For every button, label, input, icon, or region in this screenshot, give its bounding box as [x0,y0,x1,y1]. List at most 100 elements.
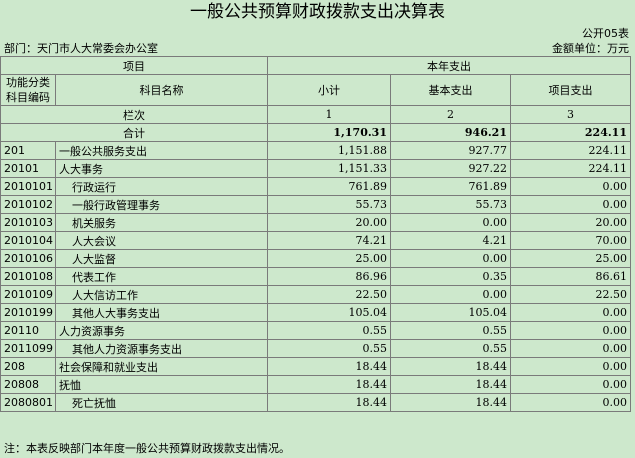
row-subtotal: 86.96 [267,267,391,286]
row-project: 86.61 [510,267,631,286]
row-project: 0.00 [510,303,631,322]
row-code: 20101 [0,159,56,178]
row-basic: 0.55 [390,339,511,358]
row-subtotal: 18.44 [267,393,391,412]
row-project: 224.11 [510,141,631,160]
table-row: 2010199 其他人大事务支出 105.04 105.04 0.00 [0,303,631,322]
row-subtotal: 74.21 [267,231,391,250]
row-name: 抚恤 [55,375,268,394]
row-project: 0.00 [510,393,631,412]
table-row: 2010106 人大监督 25.00 0.00 25.00 [0,249,631,268]
row-code: 2080801 [0,393,56,412]
row-name: 人大信访工作 [55,285,268,304]
row-code: 20110 [0,321,56,340]
row-basic: 18.44 [390,357,511,376]
row-subtotal: 105.04 [267,303,391,322]
row-code: 208 [0,357,56,376]
table-row: 2010108 代表工作 86.96 0.35 86.61 [0,267,631,286]
row-basic: 927.22 [390,159,511,178]
row-subtotal: 0.55 [267,339,391,358]
row-project: 0.00 [510,357,631,376]
row-code: 2011099 [0,339,56,358]
table-row: 2011099 其他人力资源事务支出 0.55 0.55 0.00 [0,339,631,358]
row-name: 人力资源事务 [55,321,268,340]
row-basic: 0.00 [390,213,511,232]
row-basic: 55.73 [390,195,511,214]
row-code: 2010109 [0,285,56,304]
header-name: 科目名称 [55,74,268,106]
form-code: 公开05表 [582,27,629,40]
row-basic: 18.44 [390,375,511,394]
total-label: 合计 [0,123,268,142]
table-row: 20101 人大事务 1,151.33 927.22 224.11 [0,159,631,178]
row-project: 70.00 [510,231,631,250]
row-subtotal: 18.44 [267,357,391,376]
col-index-2: 2 [390,105,511,124]
row-name: 行政运行 [55,177,268,196]
row-code: 20808 [0,375,56,394]
table-row: 20110 人力资源事务 0.55 0.55 0.00 [0,321,631,340]
row-code: 2010108 [0,267,56,286]
header-subtotal: 小计 [267,74,391,106]
row-subtotal: 20.00 [267,213,391,232]
row-project: 0.00 [510,195,631,214]
total-row: 合计 1,170.31 946.21 224.11 [0,123,631,142]
header-project: 项目支出 [510,74,631,106]
report-title: 一般公共预算财政拨款支出决算表 [190,2,445,22]
row-code: 2010102 [0,195,56,214]
row-basic: 0.00 [390,285,511,304]
row-subtotal: 1,151.88 [267,141,391,160]
row-code: 2010104 [0,231,56,250]
row-project: 0.00 [510,321,631,340]
budget-table: 项目 本年支出 功能分类科目编码 科目名称 小计 基本支出 项目支出 栏次 1 … [0,56,631,412]
row-basic: 0.00 [390,249,511,268]
total-basic: 946.21 [390,123,511,142]
row-name: 一般行政管理事务 [55,195,268,214]
header-basic: 基本支出 [390,74,511,106]
col-index-1: 1 [267,105,391,124]
row-basic: 0.55 [390,321,511,340]
department-label: 部门：天门市人大常委会办公室 [4,42,158,55]
row-basic: 761.89 [390,177,511,196]
row-code: 201 [0,141,56,160]
table-row: 2010101 行政运行 761.89 761.89 0.00 [0,177,631,196]
row-name: 一般公共服务支出 [55,141,268,160]
row-subtotal: 18.44 [267,375,391,394]
row-name: 人大事务 [55,159,268,178]
header-code: 功能分类科目编码 [0,74,56,106]
row-subtotal: 22.50 [267,285,391,304]
row-name: 代表工作 [55,267,268,286]
unit-label: 金额单位：万元 [552,42,629,55]
row-project: 22.50 [510,285,631,304]
row-project: 0.00 [510,177,631,196]
row-code: 2010101 [0,177,56,196]
row-name: 其他人大事务支出 [55,303,268,322]
row-project: 25.00 [510,249,631,268]
row-project: 0.00 [510,339,631,358]
row-subtotal: 25.00 [267,249,391,268]
row-name: 人大会议 [55,231,268,250]
row-subtotal: 761.89 [267,177,391,196]
total-project: 224.11 [510,123,631,142]
row-name: 社会保障和就业支出 [55,357,268,376]
row-code: 2010103 [0,213,56,232]
row-name: 人大监督 [55,249,268,268]
row-basic: 18.44 [390,393,511,412]
table-row: 2010104 人大会议 74.21 4.21 70.00 [0,231,631,250]
row-code: 2010199 [0,303,56,322]
row-basic: 927.77 [390,141,511,160]
table-row: 208 社会保障和就业支出 18.44 18.44 0.00 [0,357,631,376]
row-basic: 4.21 [390,231,511,250]
row-name: 其他人力资源事务支出 [55,339,268,358]
footnote: 注：本表反映部门本年度一般公共预算财政拨款支出情况。 [4,442,290,455]
row-basic: 0.35 [390,267,511,286]
total-subtotal: 1,170.31 [267,123,391,142]
col-index-3: 3 [510,105,631,124]
header-item: 项目 [0,56,268,75]
row-subtotal: 1,151.33 [267,159,391,178]
row-project: 0.00 [510,375,631,394]
table-row: 2010109 人大信访工作 22.50 0.00 22.50 [0,285,631,304]
row-project: 20.00 [510,213,631,232]
row-name: 死亡抚恤 [55,393,268,412]
table-row: 2010103 机关服务 20.00 0.00 20.00 [0,213,631,232]
